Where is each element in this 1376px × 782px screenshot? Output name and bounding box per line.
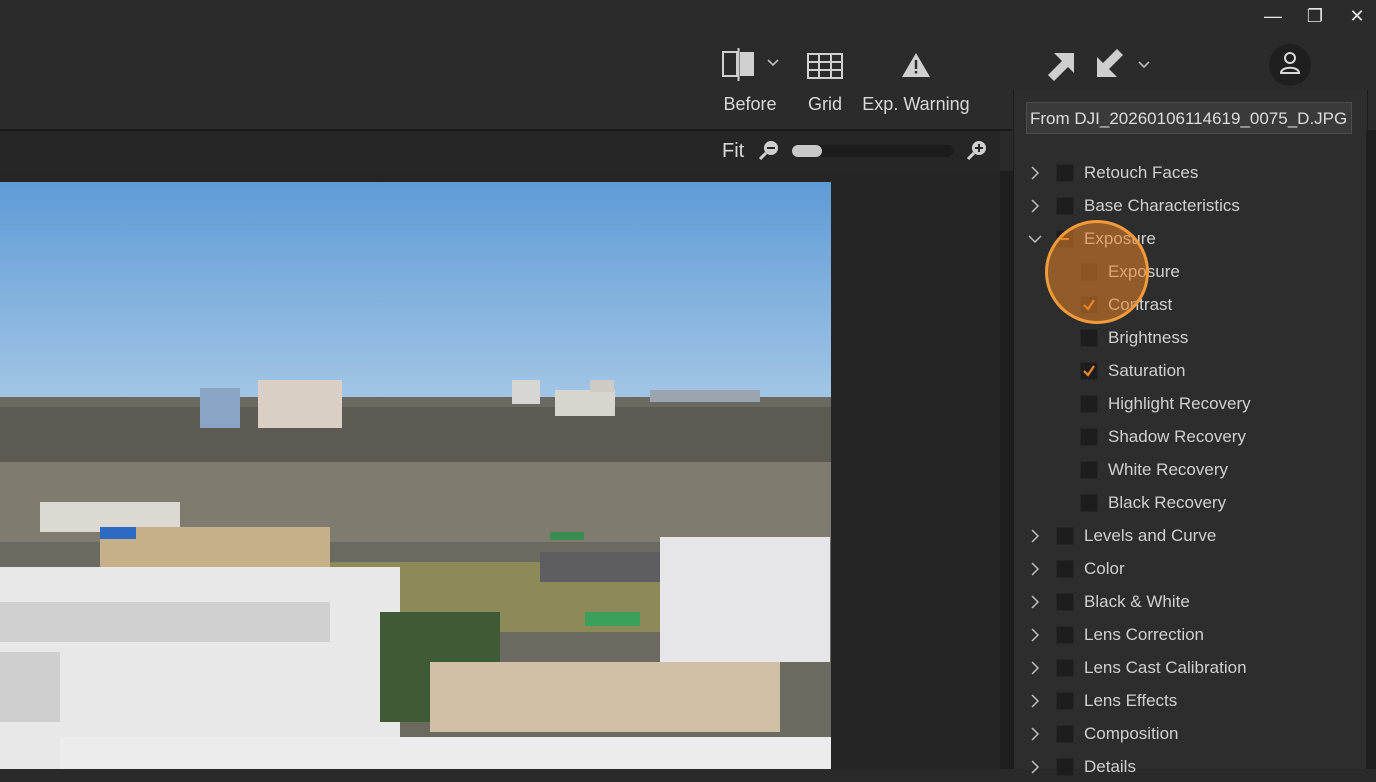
settings-option[interactable]: Shadow Recovery xyxy=(1080,422,1246,452)
warning-icon xyxy=(862,45,970,85)
user-account-button[interactable] xyxy=(1269,44,1311,86)
settings-label: Lens Cast Calibration xyxy=(1084,658,1247,677)
exposure-warning-button[interactable]: Exp. Warning xyxy=(862,45,970,115)
import-icon[interactable] xyxy=(1093,49,1127,81)
fit-label[interactable]: Fit xyxy=(722,140,744,163)
checkbox[interactable] xyxy=(1056,527,1074,545)
checkbox[interactable] xyxy=(1080,362,1098,380)
settings-group[interactable]: Lens Effects xyxy=(1028,686,1177,716)
user-icon xyxy=(1279,51,1301,80)
settings-label: Exposure xyxy=(1108,262,1180,281)
grid-icon xyxy=(801,45,849,85)
settings-label: Color xyxy=(1084,559,1125,578)
settings-option[interactable]: Brightness xyxy=(1080,323,1188,353)
settings-label: White Recovery xyxy=(1108,460,1228,479)
source-file-field[interactable]: From DJI_20260106114619_0075_D.JPG xyxy=(1026,102,1352,134)
zoom-out-icon[interactable] xyxy=(758,139,780,161)
before-after-icon xyxy=(714,45,786,85)
settings-group[interactable]: Details xyxy=(1028,752,1136,782)
settings-label: Levels and Curve xyxy=(1084,526,1217,545)
checkbox[interactable] xyxy=(1080,329,1098,347)
settings-label: Black Recovery xyxy=(1108,493,1227,512)
minimize-button[interactable]: — xyxy=(1259,4,1287,28)
settings-label: Base Characteristics xyxy=(1084,196,1240,215)
chevron-right-icon[interactable] xyxy=(1028,562,1042,576)
settings-option[interactable]: White Recovery xyxy=(1080,455,1228,485)
checkbox[interactable] xyxy=(1056,659,1074,677)
zoom-slider-thumb[interactable] xyxy=(792,145,822,157)
chevron-right-icon[interactable] xyxy=(1028,595,1042,609)
checkbox[interactable] xyxy=(1056,725,1074,743)
chevron-right-icon[interactable] xyxy=(1028,694,1042,708)
settings-label: Details xyxy=(1084,757,1136,776)
settings-label: Saturation xyxy=(1108,361,1186,380)
settings-group[interactable]: Retouch Faces xyxy=(1028,158,1198,188)
checkbox[interactable] xyxy=(1056,626,1074,644)
checkbox[interactable] xyxy=(1080,263,1098,281)
chevron-right-icon[interactable] xyxy=(1028,166,1042,180)
exp-warning-label: Exp. Warning xyxy=(862,94,970,114)
settings-label: Contrast xyxy=(1108,295,1173,314)
settings-group[interactable]: Exposure xyxy=(1028,224,1156,254)
settings-group[interactable]: Black & White xyxy=(1028,587,1190,617)
chevron-right-icon[interactable] xyxy=(1028,661,1042,675)
settings-option[interactable]: Highlight Recovery xyxy=(1080,389,1251,419)
settings-label: Lens Correction xyxy=(1084,625,1205,644)
checkbox[interactable] xyxy=(1080,428,1098,446)
settings-group[interactable]: Base Characteristics xyxy=(1028,191,1240,221)
settings-option[interactable]: Saturation xyxy=(1080,356,1186,386)
checkbox[interactable] xyxy=(1056,758,1074,776)
settings-group[interactable]: Lens Correction xyxy=(1028,620,1204,650)
right-edge xyxy=(1366,130,1376,769)
settings-group[interactable]: Composition xyxy=(1028,719,1179,749)
checkbox[interactable] xyxy=(1080,296,1098,314)
settings-label: Composition xyxy=(1084,724,1179,743)
settings-group[interactable]: Lens Cast Calibration xyxy=(1028,653,1247,683)
export-icon[interactable] xyxy=(1044,49,1078,81)
checkbox[interactable] xyxy=(1056,692,1074,710)
checkbox[interactable] xyxy=(1056,197,1074,215)
zoom-in-icon[interactable] xyxy=(966,139,988,161)
settings-label: Exposure xyxy=(1084,229,1156,248)
checkbox[interactable] xyxy=(1080,395,1098,413)
chevron-right-icon[interactable] xyxy=(1028,727,1042,741)
settings-label: Brightness xyxy=(1108,328,1189,347)
chevron-right-icon[interactable] xyxy=(1028,628,1042,642)
checkbox[interactable] xyxy=(1056,230,1074,248)
maximize-button[interactable]: ❐ xyxy=(1301,4,1329,28)
checkbox[interactable] xyxy=(1056,164,1074,182)
settings-label: Highlight Recovery xyxy=(1108,394,1251,413)
chevron-down-icon[interactable] xyxy=(1028,232,1042,246)
settings-group[interactable]: Color xyxy=(1028,554,1125,584)
settings-label: Retouch Faces xyxy=(1084,163,1199,182)
settings-option[interactable]: Exposure xyxy=(1080,257,1180,287)
checkbox[interactable] xyxy=(1080,461,1098,479)
aerial-city-photo xyxy=(0,182,831,769)
chevron-right-icon[interactable] xyxy=(1028,199,1042,213)
close-button[interactable]: ✕ xyxy=(1343,4,1371,28)
chevron-right-icon[interactable] xyxy=(1028,529,1042,543)
checkbox[interactable] xyxy=(1080,494,1098,512)
before-label: Before xyxy=(723,94,777,114)
checkbox[interactable] xyxy=(1056,560,1074,578)
panel-gutter xyxy=(1000,171,1014,769)
checkbox[interactable] xyxy=(1056,593,1074,611)
chevron-down-icon[interactable] xyxy=(1136,58,1152,72)
settings-label: Black & White xyxy=(1084,592,1190,611)
grid-button[interactable]: Grid xyxy=(801,45,849,115)
grid-label: Grid xyxy=(807,94,842,114)
before-button[interactable]: Before xyxy=(714,45,786,115)
settings-option[interactable]: Black Recovery xyxy=(1080,488,1226,518)
settings-group[interactable]: Levels and Curve xyxy=(1028,521,1216,551)
chevron-right-icon[interactable] xyxy=(1028,760,1042,774)
settings-label: Lens Effects xyxy=(1084,691,1178,710)
settings-option[interactable]: Contrast xyxy=(1080,290,1172,320)
settings-label: Shadow Recovery xyxy=(1108,427,1246,446)
